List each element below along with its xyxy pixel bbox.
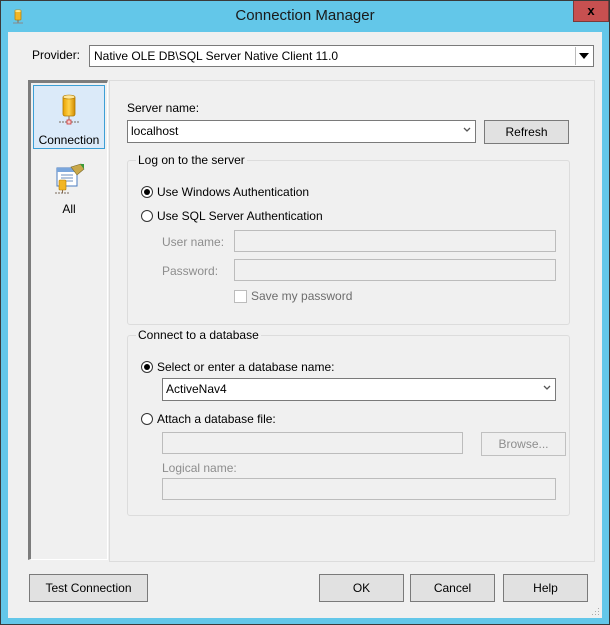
- database-name-value: ActiveNav4: [166, 382, 227, 396]
- chevron-down-icon[interactable]: [463, 126, 471, 134]
- chevron-down-icon[interactable]: [543, 384, 551, 392]
- connection-manager-window: Connection Manager x Provider: Native OL…: [0, 0, 610, 625]
- window-title: Connection Manager: [235, 7, 375, 24]
- select-database-radio[interactable]: Select or enter a database name:: [141, 360, 334, 374]
- logical-name-input[interactable]: [162, 478, 556, 500]
- triangle-down-icon: [579, 53, 589, 59]
- close-icon: x: [587, 3, 595, 18]
- windows-auth-radio[interactable]: Use Windows Authentication: [141, 185, 309, 199]
- nav-item-connection-label: Connection: [38, 133, 100, 147]
- checkbox-unchecked-icon[interactable]: [234, 289, 247, 303]
- username-input[interactable]: [234, 230, 556, 252]
- save-password-label: Save my password: [251, 289, 353, 303]
- title-bar[interactable]: Connection Manager x: [1, 1, 609, 32]
- provider-value: Native OLE DB\SQL Server Native Client 1…: [94, 49, 339, 63]
- page-selector-panel: Connection All: [28, 80, 108, 560]
- radio-checked-icon[interactable]: [141, 186, 153, 198]
- radio-unchecked-icon[interactable]: [141, 413, 153, 425]
- database-connection-icon: [59, 94, 79, 125]
- username-label: User name:: [162, 235, 225, 249]
- windows-auth-label: Use Windows Authentication: [157, 185, 310, 199]
- database-name-combobox[interactable]: ActiveNav4: [162, 378, 556, 401]
- refresh-button[interactable]: Refresh: [484, 120, 569, 144]
- dialog-body: Provider: Native OLE DB\SQL Server Nativ…: [8, 32, 602, 618]
- database-file-input[interactable]: [162, 432, 463, 454]
- nav-item-all[interactable]: All: [33, 163, 105, 223]
- resize-grip-icon[interactable]: [592, 608, 600, 616]
- radio-checked-icon[interactable]: [141, 361, 153, 373]
- nav-item-all-label: All: [62, 202, 76, 216]
- save-password-checkbox[interactable]: Save my password: [234, 289, 352, 303]
- sql-auth-radio[interactable]: Use SQL Server Authentication: [141, 209, 323, 223]
- cancel-button[interactable]: Cancel: [410, 574, 495, 602]
- logon-group-title: Log on to the server: [136, 153, 247, 167]
- server-name-label: Server name:: [127, 101, 200, 115]
- help-button[interactable]: Help: [503, 574, 588, 602]
- radio-unchecked-icon[interactable]: [141, 210, 153, 222]
- server-name-value: localhost: [131, 124, 179, 138]
- select-database-label: Select or enter a database name:: [157, 360, 335, 374]
- server-name-combobox[interactable]: localhost: [127, 120, 476, 143]
- password-label: Password:: [162, 264, 219, 278]
- ok-button[interactable]: OK: [319, 574, 404, 602]
- properties-all-icon: [55, 163, 85, 194]
- provider-dropdown[interactable]: Native OLE DB\SQL Server Native Client 1…: [89, 45, 594, 67]
- close-button[interactable]: x: [573, 1, 609, 22]
- logical-name-label: Logical name:: [162, 461, 237, 475]
- nav-item-connection[interactable]: Connection: [33, 85, 105, 149]
- provider-label: Provider:: [32, 48, 81, 62]
- test-connection-button[interactable]: Test Connection: [29, 574, 148, 602]
- attach-database-radio[interactable]: Attach a database file:: [141, 412, 276, 426]
- database-group-title: Connect to a database: [136, 328, 261, 342]
- password-input[interactable]: [234, 259, 556, 281]
- browse-button[interactable]: Browse...: [481, 432, 566, 456]
- provider-dropdown-arrow[interactable]: [575, 47, 592, 65]
- sql-auth-label: Use SQL Server Authentication: [157, 209, 323, 223]
- attach-database-label: Attach a database file:: [157, 412, 276, 426]
